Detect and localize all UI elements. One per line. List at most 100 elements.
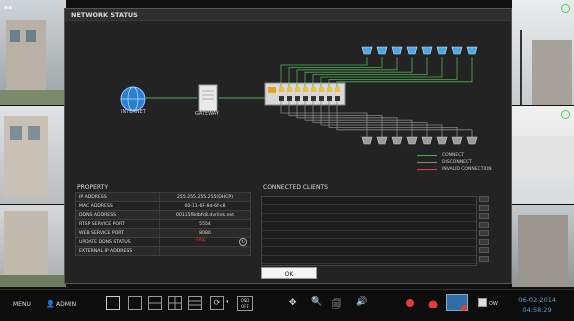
audio-icon[interactable]: 🔊 <box>356 297 367 307</box>
network-alert-icon <box>461 305 467 311</box>
overwrite-label: OW <box>489 301 498 307</box>
list-item[interactable] <box>262 214 476 223</box>
chevron-down-icon[interactable]: ▾ <box>226 299 229 305</box>
table-row: DDNS ADDRESS 00115f8dbfc8.dvrlink.net <box>75 210 251 220</box>
storage-icon[interactable] <box>478 298 487 307</box>
layout-4-icon[interactable] <box>168 296 182 310</box>
disconnect-line <box>280 101 368 137</box>
legend-invalid: INVALID CONNECTION <box>417 167 492 172</box>
camera-tile-2[interactable] <box>0 106 66 204</box>
legend-invalid-swatch <box>417 169 437 170</box>
camera-connected-icon <box>376 46 388 55</box>
list-item[interactable] <box>262 256 476 265</box>
list-item[interactable] <box>262 239 476 248</box>
camera-connected-icon <box>466 46 478 55</box>
refresh-icon[interactable]: ↻ <box>239 238 247 246</box>
disconnect-line <box>312 101 428 137</box>
disconnect-line <box>336 101 473 137</box>
switch-port-icon <box>327 87 332 92</box>
layout-9-icon[interactable] <box>188 296 202 310</box>
table-row: RTSP SERVICE PORT 5554 <box>75 219 251 229</box>
bottom-cameras <box>361 136 478 145</box>
camera-label-icon: ▪▪ <box>4 4 13 11</box>
taskbar: MENU 👤 ADMIN ⟳ ▾ OSD OFF ✥ 🔍 🗐 🔊 OW 06-0… <box>0 289 574 321</box>
switch-port-icon <box>303 96 308 101</box>
internet-label: INTERNET <box>121 109 146 115</box>
fullscreen-icon[interactable] <box>106 296 120 310</box>
osd-toggle-button[interactable]: OSD OFF <box>237 296 253 311</box>
clients-scrollbar[interactable] <box>479 196 489 264</box>
scroll-button[interactable] <box>479 230 489 236</box>
camera-disconnected-icon <box>391 136 403 145</box>
top-cameras <box>361 46 478 55</box>
camera-status-icon <box>561 4 570 13</box>
camera-disconnected-icon <box>376 136 388 145</box>
scroll-button[interactable] <box>479 213 489 219</box>
camera-tile-1[interactable]: ▪▪ <box>0 0 66 105</box>
switch-port-icon <box>295 96 300 101</box>
switch-port-icon <box>303 87 308 92</box>
date-time: 06-02-2014 04:58:29 <box>518 295 556 315</box>
camera-tile-3[interactable] <box>0 205 66 287</box>
record-icon[interactable] <box>406 299 414 307</box>
camera-tile-4[interactable] <box>512 0 574 105</box>
camera-status-icon <box>561 110 570 119</box>
user-icon: 👤 <box>46 300 55 308</box>
sequence-icon[interactable]: ⟳ <box>210 296 224 310</box>
camera-tile-5[interactable] <box>512 106 574 204</box>
disconnect-line <box>328 101 458 137</box>
switch-port-icon <box>335 87 340 92</box>
switch-port-icon <box>287 87 292 92</box>
list-item[interactable] <box>262 197 476 206</box>
scroll-button[interactable] <box>479 238 489 245</box>
table-row: MAC ADDRESS 00-11-6F-8d-6f-c8 <box>75 201 251 211</box>
property-title: PROPERTY <box>77 184 108 191</box>
scroll-button[interactable] <box>479 204 489 211</box>
scroll-button[interactable] <box>479 196 489 202</box>
switch-port-icon <box>327 96 332 101</box>
disconnect-lines <box>280 101 473 137</box>
layout-1-icon[interactable] <box>128 296 142 310</box>
user-label: ADMIN <box>56 301 77 308</box>
internet-globe-icon <box>120 86 146 112</box>
camera-connected-icon <box>436 46 448 55</box>
switch-port-icon <box>319 96 324 101</box>
dialog-title: NETWORK STATUS <box>71 11 138 19</box>
date-label: 06-02-2014 <box>518 296 556 304</box>
list-item[interactable] <box>262 205 476 214</box>
alarm-icon[interactable] <box>428 298 438 308</box>
menu-button[interactable]: MENU <box>13 301 31 308</box>
legend-connect-swatch <box>417 155 437 156</box>
zoom-icon[interactable]: 🔍 <box>311 297 322 307</box>
scroll-button[interactable] <box>479 247 489 253</box>
table-row: WEB SERVICE PORT 8080 <box>75 228 251 238</box>
legend-disconnect-swatch <box>417 162 437 163</box>
switch-port-icon <box>287 96 292 101</box>
scroll-button[interactable] <box>479 255 489 262</box>
switch-port-icon <box>311 87 316 92</box>
list-item[interactable] <box>262 222 476 231</box>
switch-port-icon <box>335 96 340 101</box>
time-label: 04:58:29 <box>522 306 552 314</box>
layout-2-icon[interactable] <box>148 296 162 310</box>
switch-port-icon <box>319 87 324 92</box>
legend-disconnect: DISCONNECT <box>417 160 472 165</box>
connected-clients-list[interactable] <box>261 196 477 266</box>
list-item[interactable] <box>262 247 476 256</box>
ptz-icon[interactable]: ✥ <box>289 298 297 308</box>
camera-connected-icon <box>361 46 373 55</box>
network-status-dialog: NETWORK STATUS INTERNET GATEWAY CONNECT … <box>64 8 512 284</box>
camera-disconnected-icon <box>361 136 373 145</box>
property-table: IP ADDRESS 255.255.255.255(DHCP) MAC ADDR… <box>75 192 251 256</box>
ok-button[interactable]: OK <box>261 267 317 279</box>
camera-connected-icon <box>391 46 403 55</box>
disconnect-line <box>288 101 383 137</box>
switch-port-icon <box>279 96 284 101</box>
table-row: UPDATE DDNS STATUS FAIL ↻ <box>75 237 251 247</box>
scroll-button[interactable] <box>479 221 489 228</box>
search-icon[interactable]: 🗐 <box>332 297 341 313</box>
list-item[interactable] <box>262 231 476 239</box>
camera-tile-6[interactable] <box>512 205 574 287</box>
camera-disconnected-icon <box>436 136 448 145</box>
disconnect-line <box>320 101 443 137</box>
